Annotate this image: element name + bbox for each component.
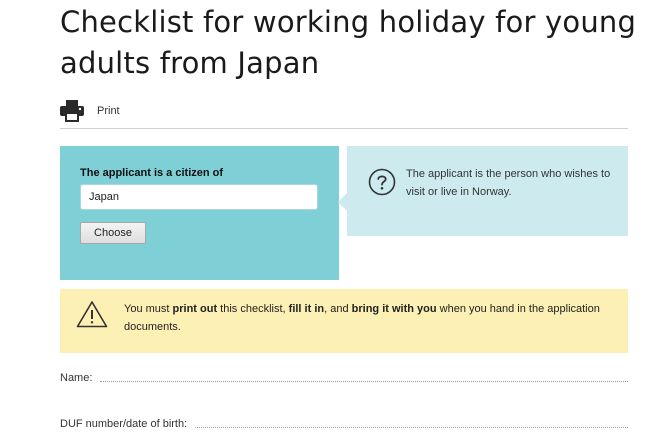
- citizenship-panel: The applicant is a citizen of Choose: [60, 146, 339, 280]
- warning-panel: You must print out this checklist, fill …: [60, 289, 628, 353]
- warning-text: You must print out this checklist, fill …: [124, 303, 600, 333]
- printer-icon: [60, 100, 84, 122]
- choose-button[interactable]: Choose: [80, 222, 146, 244]
- name-field-line: [100, 381, 628, 382]
- warning-icon: [76, 300, 108, 332]
- page-title: Checklist for working holiday for young …: [60, 5, 637, 80]
- info-pointer: [338, 193, 347, 211]
- name-field-label: Name:: [60, 372, 93, 384]
- duf-field-row: DUF number/date of birth:: [60, 414, 628, 430]
- question-icon: [368, 168, 396, 200]
- header-divider: [60, 128, 628, 129]
- duf-field-label: DUF number/date of birth:: [60, 418, 188, 430]
- citizenship-input[interactable]: [80, 184, 318, 210]
- citizenship-label: The applicant is a citizen of: [80, 167, 224, 179]
- name-field-row: Name:: [60, 368, 628, 384]
- info-text: The applicant is the person who wishes t…: [406, 168, 611, 198]
- print-label: Print: [97, 105, 120, 117]
- print-button[interactable]: Print: [60, 99, 120, 123]
- info-panel: The applicant is the person who wishes t…: [338, 146, 628, 236]
- duf-field-line: [195, 427, 628, 428]
